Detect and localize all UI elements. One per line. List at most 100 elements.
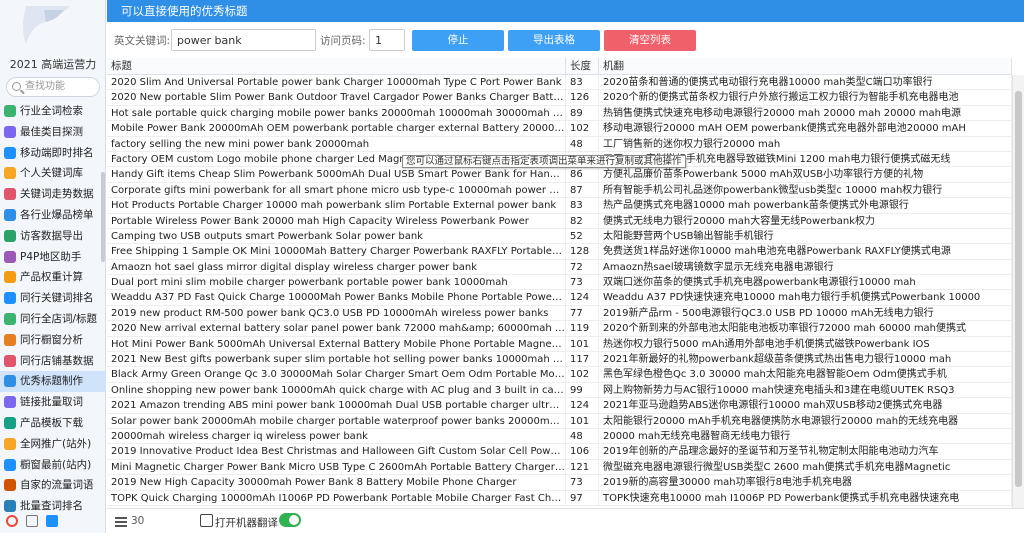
sidebar-item[interactable]: 关键词走势数据 <box>0 184 106 205</box>
cell-title: 2020 New portable Slim Power Bank Outdoo… <box>107 90 566 106</box>
table-row[interactable]: Camping two USB outputs smart Powerbank … <box>107 228 1012 245</box>
sidebar-item-icon <box>4 105 16 117</box>
sidebar-item[interactable]: 访客数据导出 <box>0 226 106 247</box>
stop-button[interactable]: 停止 <box>412 30 504 51</box>
sidebar-item[interactable]: P4P地区助手 <box>0 247 106 268</box>
table-row[interactable]: 2019 new product RM-500 power bank QC3.0… <box>107 305 1012 322</box>
sidebar-item[interactable]: 同行关键词排名 <box>0 288 106 309</box>
menu-icon[interactable] <box>115 517 127 527</box>
sidebar-item-label: 关键词走势数据 <box>20 188 94 201</box>
page-label: 访问页码: <box>320 35 366 47</box>
keyword-input[interactable] <box>171 29 316 51</box>
clear-list-button[interactable]: 清空列表 <box>604 30 696 51</box>
cell-length: 77 <box>566 305 599 322</box>
table-row[interactable]: Online shopping new power bank 10000mAh … <box>107 382 1012 399</box>
cell-translation: 黑色军绿色橙色Qc 3.0 30000 mah太阳能充电器智能Oem Odm便携… <box>599 367 1012 383</box>
column-header-title[interactable]: 标题 <box>107 58 566 75</box>
table-row[interactable]: 2021 Amazon trending ABS mini power bank… <box>107 398 1012 414</box>
table-row[interactable]: Hot Mini Power Bank 5000mAh Universal Ex… <box>107 336 1012 353</box>
sidebar-item[interactable]: 最佳类目探测 <box>0 122 106 143</box>
cell-title: Solar power bank 20000mAh mobile charger… <box>107 413 566 429</box>
table-row[interactable]: Weaddu A37 PD Fast Quick Charge 10000Mah… <box>107 290 1012 306</box>
sidebar-item-icon <box>4 458 16 471</box>
cell-title: 2020 Slim And Universal Portable power b… <box>107 75 566 91</box>
cell-translation: 太阳能银行20000 mAh手机充电器便携防水电源银行20000 mah的无线充… <box>599 413 1012 429</box>
table-row[interactable]: Hot sale portable quick charging mobile … <box>107 105 1012 122</box>
sidebar-item[interactable]: 各行业爆品榜单 <box>0 205 106 226</box>
table-row[interactable]: Handy Gift items Cheap Slim Powerbank 50… <box>107 167 1012 183</box>
sidebar-item-icon <box>4 167 16 180</box>
table-row[interactable]: Black Army Green Orange Qc 3.0 30000Mah … <box>107 367 1012 383</box>
cell-translation: 双端口迷你苗条的便携式手机充电器powerbank电源银行10000 mah <box>599 275 1012 291</box>
export-table-button[interactable]: 导出表格 <box>508 30 600 51</box>
sidebar-item[interactable]: 产品模板下载 <box>0 413 106 434</box>
table-row[interactable]: Free Shipping 1 Sample OK Mini 10000Mah … <box>107 244 1012 260</box>
table-row[interactable]: 2020 New arrival external battery solar … <box>107 321 1012 337</box>
sidebar-item-label: 最佳类目探测 <box>20 125 83 138</box>
table-row[interactable]: Amaozn hot sael glass mirror digital dis… <box>107 259 1012 276</box>
cell-length: 73 <box>566 475 599 491</box>
windows-icon[interactable] <box>46 515 58 527</box>
table-row[interactable]: Hot Products Portable Charger 10000 mah … <box>107 198 1012 214</box>
calendar-icon[interactable] <box>26 515 38 527</box>
table-row[interactable]: Corporate gifts mini powerbank for all s… <box>107 182 1012 199</box>
table-row[interactable]: 2021 New Best gifts powerbank super slim… <box>107 352 1012 368</box>
sidebar-item[interactable]: 链接批量取词 <box>0 392 106 413</box>
table-row[interactable]: 2019 Innovative Product Idea Best Christ… <box>107 444 1012 460</box>
cell-length: 121 <box>566 459 599 476</box>
cell-length: 126 <box>566 90 599 106</box>
sidebar-item[interactable]: 同行店铺基数据 <box>0 351 106 372</box>
table-scrollbar-thumb[interactable] <box>1015 91 1022 487</box>
sidebar-item-label: P4P地区助手 <box>20 250 82 263</box>
cell-length: 102 <box>566 121 599 137</box>
search-icon <box>12 82 21 91</box>
sidebar-item[interactable]: 产品权重计算 <box>0 267 106 288</box>
table-row[interactable]: 2020 New portable Slim Power Bank Outdoo… <box>107 90 1012 106</box>
table-scrollbar[interactable] <box>1012 75 1024 508</box>
cell-translation: 方便礼品廉价苗条Powerbank 5000 mAh双USB小功率银行方便的礼物 <box>599 167 1012 183</box>
cell-title: Mobile Power Bank 20000mAh OEM powerbank… <box>107 121 566 137</box>
sidebar-item[interactable]: 自家的流量词语 <box>0 475 106 496</box>
sidebar-item-label: 各行业爆品榜单 <box>20 208 94 221</box>
table-row[interactable]: Portable Wireless Power Bank 20000 mah H… <box>107 213 1012 229</box>
sidebar-item[interactable]: 橱窗最前(站内) <box>0 455 106 476</box>
translate-toggle[interactable] <box>279 513 301 527</box>
translate-label: 打开机器翻译 <box>215 517 278 529</box>
sidebar-item[interactable]: 个人关键词库 <box>0 163 106 184</box>
page-input[interactable] <box>369 29 405 51</box>
table-row[interactable]: 2020 Slim And Universal Portable power b… <box>107 75 1012 91</box>
sidebar-item-label: 行业全词检索 <box>20 105 83 117</box>
sidebar-item[interactable]: 行业全词检索 <box>0 101 106 122</box>
cell-title: Mini Magnetic Charger Power Bank Micro U… <box>107 459 566 476</box>
page-header: 可以直接使用的优秀标题 <box>107 0 1024 22</box>
browser-icon[interactable] <box>6 515 18 527</box>
cell-length: 48 <box>566 136 599 152</box>
cell-translation: 免费送货1样品好迷你10000 mah电池充电器Powerbank RAXFLY… <box>599 244 1012 260</box>
sidebar-item[interactable]: 同行全店词/标题 <box>0 309 106 330</box>
table-row[interactable]: 20000mah wireless charger iq wireless po… <box>107 428 1012 445</box>
table-row[interactable]: TOPK Quick Charging 10000mAh I1006P PD P… <box>107 490 1012 506</box>
function-search-input[interactable]: 查找功能 <box>6 77 100 97</box>
row-count: 30 <box>131 515 145 527</box>
table-row[interactable]: Mini Magnetic Charger Power Bank Micro U… <box>107 459 1012 476</box>
cell-title: 2019 New High Capacity 30000mah Power Ba… <box>107 475 566 491</box>
table-row[interactable]: Solar power bank 20000mAh mobile charger… <box>107 413 1012 429</box>
sidebar-item[interactable]: 移动端即时排名 <box>0 143 106 164</box>
table-row[interactable]: Dual port mini slim mobile charger power… <box>107 275 1012 291</box>
column-header-translation[interactable]: 机翻 <box>599 58 1012 75</box>
sidebar-item[interactable]: 同行橱窗分析 <box>0 330 106 351</box>
footer-bar: 30 打开机器翻译 <box>107 508 1024 533</box>
cell-length: 117 <box>566 352 599 368</box>
table-row[interactable]: 2019 New High Capacity 30000mah Power Ba… <box>107 475 1012 491</box>
sidebar-scrollbar[interactable] <box>101 172 105 262</box>
sidebar-item-label: 自家的流量词语 <box>20 479 94 492</box>
sidebar-item[interactable]: 全网推广(站外) <box>0 434 106 455</box>
table-row[interactable]: Mobile Power Bank 20000mAh OEM powerbank… <box>107 121 1012 137</box>
sidebar-item-label: 产品权重计算 <box>20 271 83 284</box>
cell-translation: 工厂销售新的迷你权力银行20000 mah <box>599 136 1012 152</box>
column-header-length[interactable]: 长度 <box>566 58 599 75</box>
sidebar-item[interactable]: 优秀标题制作 <box>0 371 106 393</box>
cell-length: 48 <box>566 428 599 445</box>
table-row[interactable]: factory selling the new mini power bank … <box>107 136 1012 152</box>
cell-translation: 20000 mah无线充电器智商无线电力银行 <box>599 428 1012 445</box>
